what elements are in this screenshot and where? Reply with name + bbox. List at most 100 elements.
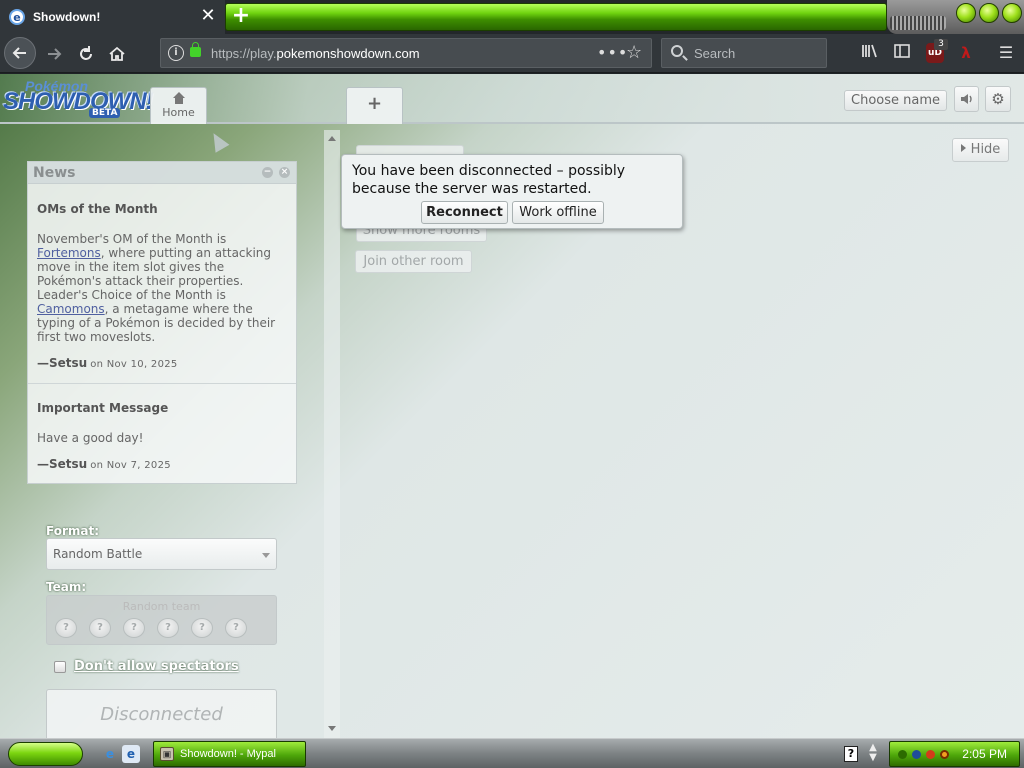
- disconnected-button[interactable]: Disconnected: [46, 689, 277, 741]
- camomons-link[interactable]: Camomons: [37, 302, 105, 316]
- news-divider: [28, 383, 296, 384]
- reconnect-button[interactable]: Reconnect: [421, 201, 508, 224]
- close-news-icon[interactable]: ×: [279, 167, 290, 178]
- news-item-important: Important Message: [37, 401, 289, 415]
- news-panel: News − × OMs of the Month November's OM …: [27, 161, 297, 484]
- ie-quicklaunch-icon[interactable]: e: [101, 745, 119, 763]
- minimize-button[interactable]: [956, 3, 976, 23]
- chevron-down-icon: [262, 553, 270, 558]
- team-placeholder: Random team: [122, 600, 201, 613]
- sidebar-icon[interactable]: [892, 43, 912, 63]
- choose-name-button[interactable]: Choose name: [844, 90, 947, 111]
- hide-button[interactable]: Hide: [952, 138, 1009, 162]
- new-room-tab-button[interactable]: +: [346, 87, 403, 124]
- team-select[interactable]: Random team ? ? ? ? ? ?: [46, 595, 277, 645]
- arrow-right-icon: [48, 48, 62, 60]
- news-heading: OMs of the Month: [37, 202, 158, 216]
- team-label: Team:: [46, 580, 87, 594]
- join-other-room-button[interactable]: Join other room: [355, 250, 472, 273]
- reload-icon: [80, 46, 92, 60]
- settings-button[interactable]: ⚙: [985, 86, 1011, 112]
- menu-hamburger-icon[interactable]: ☰: [996, 43, 1016, 63]
- work-offline-button[interactable]: Work offline: [512, 201, 604, 224]
- window-grill-decoration: [890, 16, 946, 30]
- browser-tab-showdown[interactable]: e Showdown! ✕: [0, 0, 225, 34]
- bookmark-star-icon[interactable]: ☆: [626, 42, 642, 63]
- arrow-left-icon: [12, 47, 26, 59]
- news-header: News − ×: [28, 162, 296, 184]
- info-icon[interactable]: i: [168, 45, 184, 61]
- reload-button[interactable]: [71, 39, 101, 69]
- hide-label: Hide: [970, 142, 1001, 157]
- pokeball-icon: ?: [191, 618, 213, 638]
- showdown-header: Pokémon SHOWDOWN! BETA Home + Choose nam…: [0, 74, 1024, 124]
- logo-line2: SHOWDOWN!: [3, 88, 154, 115]
- left-scrollbar[interactable]: [324, 130, 340, 738]
- showdown-logo[interactable]: Pokémon SHOWDOWN! BETA: [3, 78, 154, 118]
- window-app-icon: ▣: [160, 747, 174, 761]
- url-text[interactable]: https://play.pokemonshowdown.com: [211, 46, 420, 61]
- library-icon[interactable]: [860, 43, 880, 63]
- fortemons-link[interactable]: Fortemons: [37, 246, 101, 260]
- tab-title: Showdown!: [33, 10, 101, 24]
- close-window-button[interactable]: [1002, 3, 1022, 23]
- format-label: Format:: [46, 524, 100, 538]
- start-button[interactable]: [8, 742, 83, 766]
- news-byline: —Setsu on Nov 7, 2025: [37, 457, 289, 471]
- taskbar-item-showdown[interactable]: ▣ Showdown! - Mypal: [153, 741, 306, 767]
- lock-icon: [190, 42, 201, 57]
- spectators-checkbox[interactable]: [54, 661, 66, 673]
- scroll-up-arrow-icon[interactable]: [328, 136, 336, 141]
- new-tab-button[interactable]: +: [231, 3, 251, 29]
- network-icon[interactable]: ▲ ▼: [866, 743, 880, 763]
- news-title: News: [33, 165, 76, 181]
- logo-beta-badge: BETA: [89, 108, 121, 118]
- ublock-count-badge: 3: [934, 39, 948, 50]
- pokeball-icon: ?: [89, 618, 111, 638]
- news-heading: Important Message: [37, 401, 169, 415]
- system-tray: 2:05 PM: [889, 741, 1020, 767]
- close-tab-icon[interactable]: ✕: [198, 6, 218, 26]
- news-author: —Setsu: [37, 356, 88, 370]
- tab-home-label: Home: [162, 106, 195, 119]
- search-bar[interactable]: Search: [661, 38, 827, 68]
- search-placeholder: Search: [694, 46, 736, 61]
- news-text: November's OM of the Month is: [37, 232, 227, 246]
- tab-home[interactable]: Home: [150, 87, 207, 124]
- page-actions-icon[interactable]: •••: [597, 43, 628, 62]
- tray-app-icon[interactable]: [912, 750, 921, 759]
- showdown-favicon-icon: e: [9, 9, 25, 25]
- gear-icon: ⚙: [991, 90, 1005, 108]
- dialog-message: You have been disconnected – possibly be…: [352, 163, 626, 197]
- maximize-button[interactable]: [979, 3, 999, 23]
- news-item-oms: OMs of the Month: [37, 202, 289, 216]
- pokeball-icon: ?: [55, 618, 77, 638]
- tray-app-icon[interactable]: [898, 750, 907, 759]
- task-title: Showdown! - Mypal: [180, 748, 276, 760]
- news-byline: —Setsu on Nov 10, 2025: [37, 356, 289, 370]
- forward-button[interactable]: [39, 39, 69, 69]
- url-domain: pokemonshowdown.com: [276, 46, 420, 61]
- back-button[interactable]: [4, 37, 36, 69]
- format-select[interactable]: Random Battle: [46, 538, 277, 570]
- help-icon[interactable]: ?: [844, 746, 858, 762]
- url-bar[interactable]: i https://play.pokemonshowdown.com ••• ☆: [160, 38, 652, 68]
- tab-strip-decoration: [225, 3, 887, 31]
- search-tray-icon[interactable]: [940, 750, 949, 759]
- sound-button[interactable]: [954, 86, 979, 112]
- spectators-label[interactable]: Don't allow spectators: [74, 659, 239, 674]
- search-icon: [671, 45, 683, 57]
- browser-navbar: i https://play.pokemonshowdown.com ••• ☆…: [0, 34, 1024, 73]
- url-prefix: https://play.: [211, 46, 277, 61]
- pokeball-icon: ?: [225, 618, 247, 638]
- format-value: Random Battle: [53, 547, 143, 561]
- home-button[interactable]: [102, 39, 132, 69]
- browser-quicklaunch-icon[interactable]: e: [122, 745, 140, 763]
- scroll-down-arrow-icon[interactable]: [328, 726, 336, 731]
- extension-icon[interactable]: λ: [956, 43, 976, 63]
- clock: 2:05 PM: [962, 747, 1007, 761]
- home-icon: [172, 92, 185, 104]
- tray-app-icon[interactable]: [926, 750, 935, 759]
- minimize-news-icon[interactable]: −: [262, 167, 273, 178]
- speaker-icon: [960, 94, 972, 104]
